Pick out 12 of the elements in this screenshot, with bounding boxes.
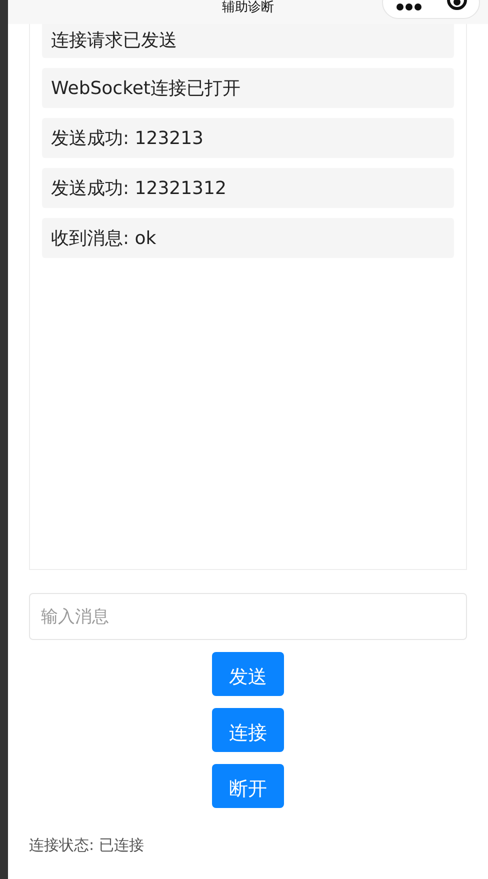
message-item: 发送成功: 123213	[42, 118, 454, 158]
message-item: 发送成功: 12321312	[42, 168, 454, 208]
action-button[interactable]: 发送	[212, 652, 284, 696]
message-item: WebSocket连接已打开	[42, 68, 454, 108]
action-button[interactable]: 连接	[212, 708, 284, 752]
action-button[interactable]: 断开	[212, 764, 284, 808]
page-title: 辅助诊断	[222, 1, 274, 14]
message-input[interactable]: 输入消息	[29, 593, 467, 640]
message-item: 连接请求已发送	[42, 24, 454, 58]
connection-status: 连接状态: 已连接	[29, 835, 145, 856]
message-item: 收到消息: ok	[42, 218, 454, 258]
more-icon[interactable]	[396, 2, 422, 10]
